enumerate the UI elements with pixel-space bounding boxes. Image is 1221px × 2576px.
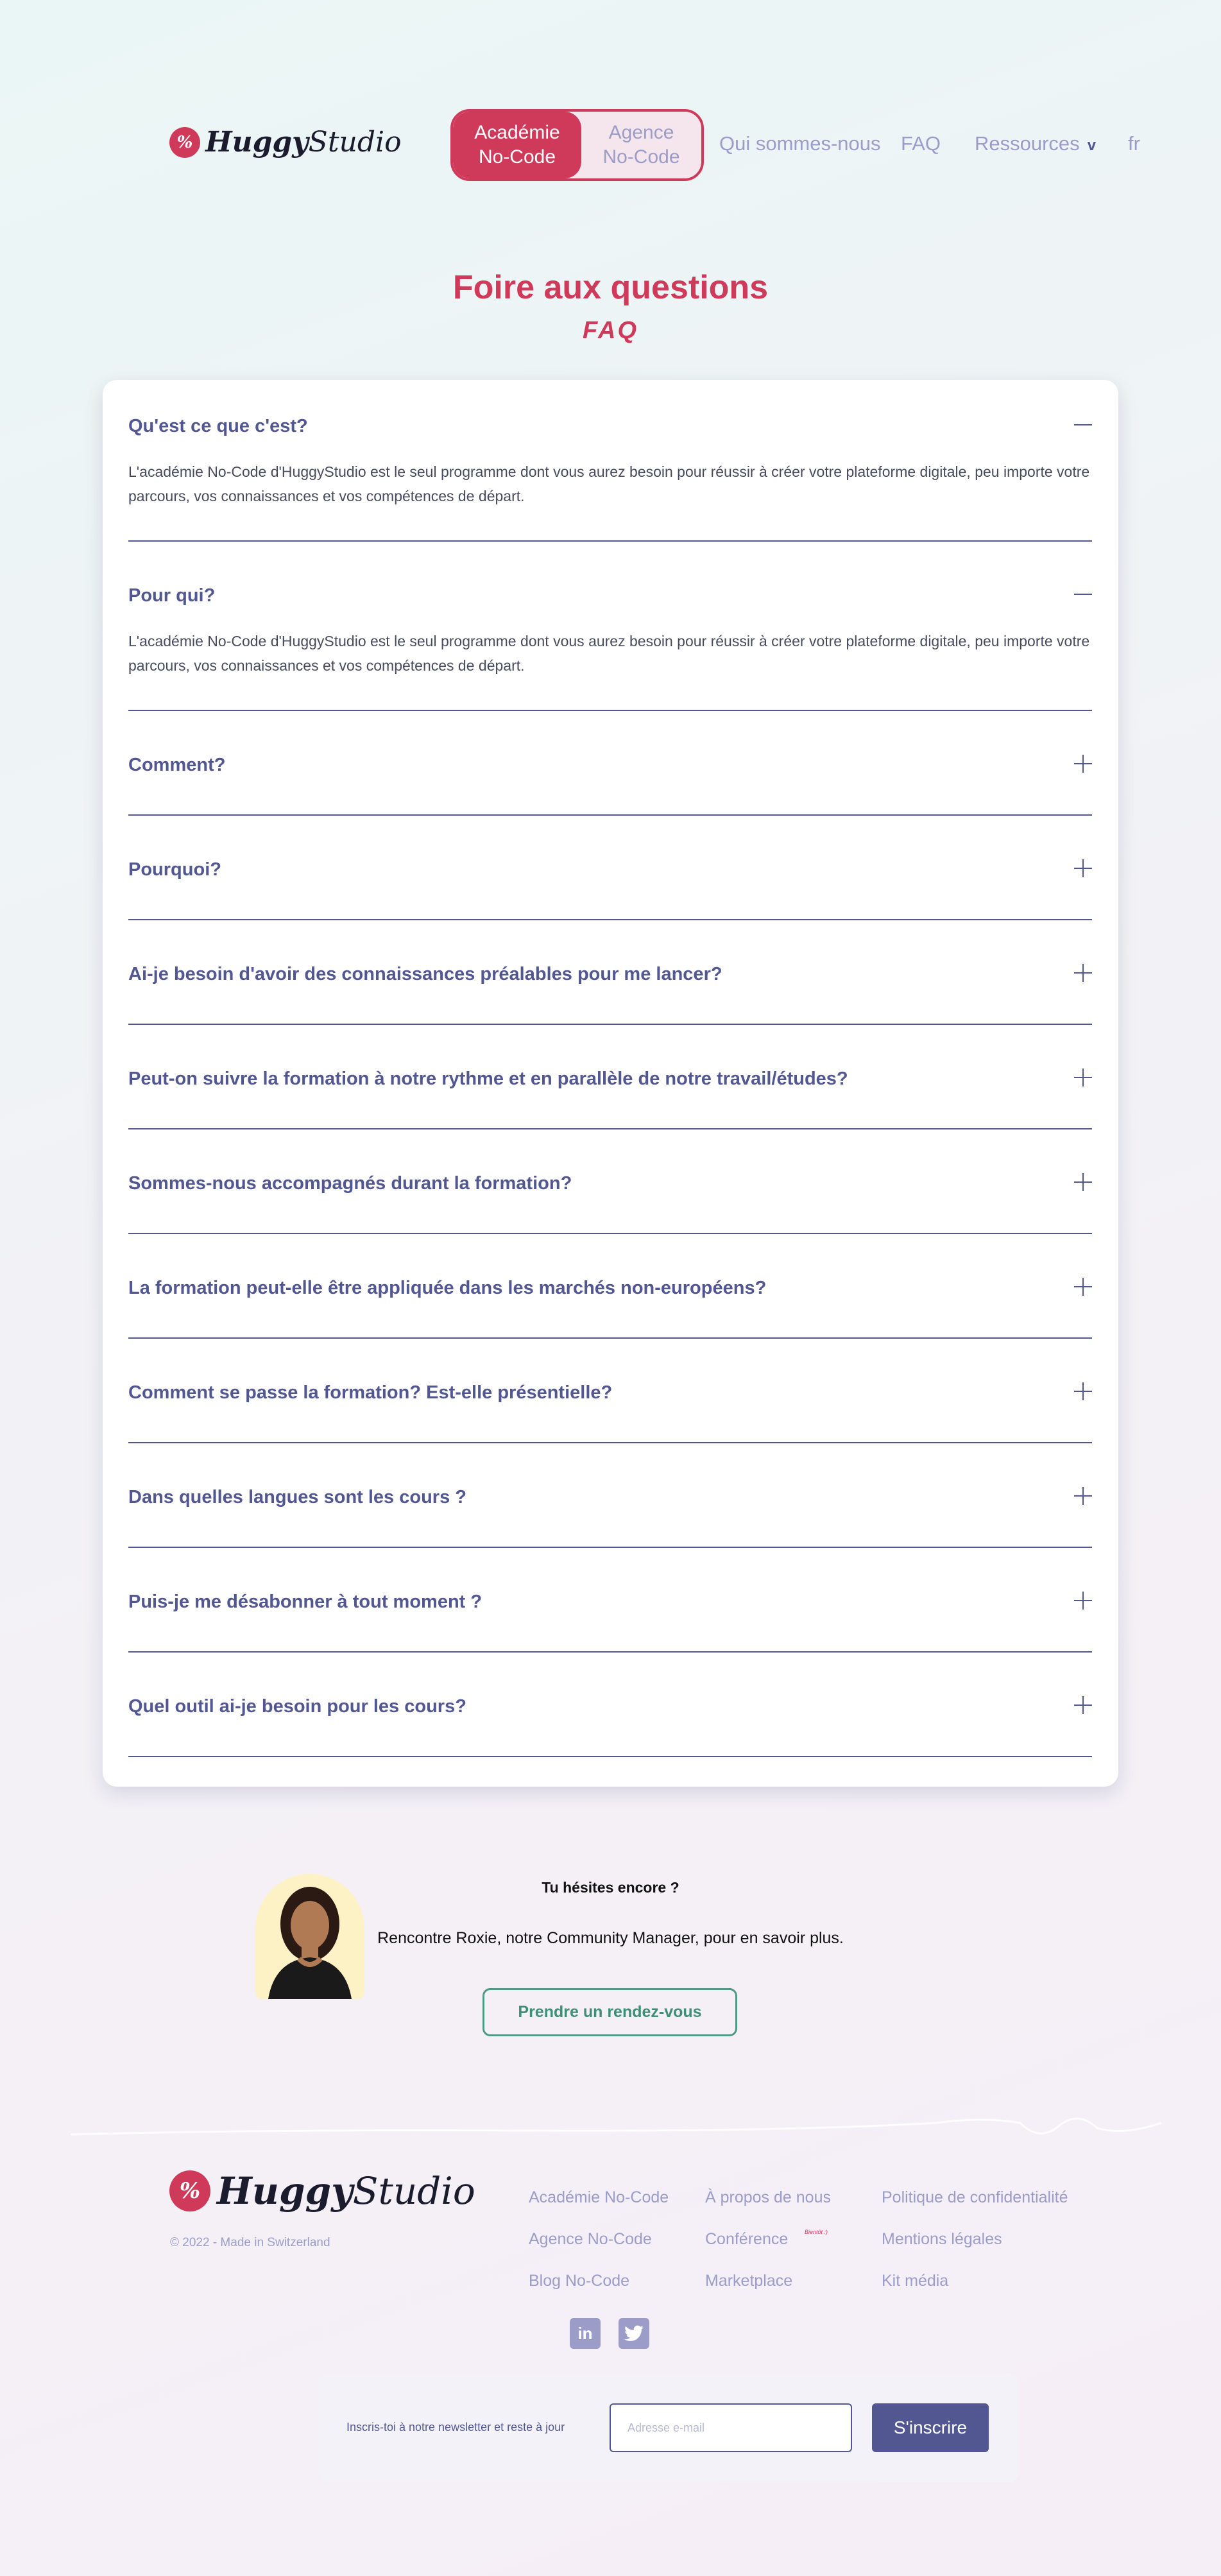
- twitter-icon[interactable]: [619, 2318, 649, 2349]
- minus-icon[interactable]: [1074, 416, 1092, 434]
- logo-text: HuggyStudio: [205, 126, 402, 159]
- nav-resources[interactable]: Ressources v: [975, 132, 1096, 155]
- faq-item[interactable]: Sommes-nous accompagnés durant la format…: [128, 1129, 1092, 1234]
- plus-icon[interactable]: [1074, 1382, 1092, 1400]
- faq-item[interactable]: Ai-je besoin d'avoir des connaissances p…: [128, 920, 1092, 1025]
- footer-link-agency[interactable]: Agence No-Code: [529, 2230, 652, 2249]
- plus-icon[interactable]: [1074, 859, 1092, 877]
- program-toggle: Académie No-Code Agence No-Code: [450, 109, 704, 181]
- faq-answer: L'académie No-Code d'HuggyStudio est le …: [128, 633, 1090, 674]
- toggle-agency[interactable]: Agence No-Code: [581, 112, 701, 178]
- coming-soon-badge: Bientôt :): [805, 2229, 828, 2235]
- plus-icon[interactable]: [1074, 755, 1092, 773]
- plus-icon[interactable]: [1074, 964, 1092, 982]
- chevron-down-icon: v: [1087, 137, 1097, 154]
- plus-icon[interactable]: [1074, 1592, 1092, 1610]
- faq-question[interactable]: Quel outil ai-je besoin pour les cours?: [128, 1696, 466, 1717]
- plus-icon[interactable]: [1074, 1696, 1092, 1714]
- footer-logo[interactable]: % HuggyStudio: [169, 2169, 475, 2213]
- contact-title: Tu hésites encore ?: [542, 1879, 679, 1896]
- page-subtitle: FAQ: [582, 317, 639, 344]
- plus-icon[interactable]: [1074, 1278, 1092, 1296]
- logo-icon: %: [169, 126, 200, 158]
- faq-question[interactable]: Pour qui?: [128, 585, 215, 606]
- faq-card: Qu'est ce que c'est? L'académie No-Code …: [103, 380, 1118, 1787]
- footer-link-legal[interactable]: Mentions légales: [882, 2230, 1002, 2249]
- header: % HuggyStudio Académie No-Code Agence No-C…: [0, 109, 1221, 181]
- faq-item[interactable]: Comment se passe la formation? Est-elle …: [128, 1339, 1092, 1443]
- faq-item[interactable]: Dans quelles langues sont les cours ?: [128, 1443, 1092, 1548]
- plus-icon[interactable]: [1074, 1173, 1092, 1191]
- plus-icon[interactable]: [1074, 1069, 1092, 1086]
- nav-faq[interactable]: FAQ: [901, 132, 941, 155]
- nav-resources-label: Ressources: [975, 132, 1080, 155]
- subscribe-button[interactable]: S'inscrire: [872, 2403, 989, 2452]
- footer-link-blog[interactable]: Blog No-Code: [529, 2272, 629, 2290]
- footer-link-conference[interactable]: Conférence: [705, 2230, 788, 2249]
- faq-item[interactable]: Pourquoi?: [128, 816, 1092, 920]
- book-meeting-button[interactable]: Prendre un rendez-vous: [482, 1988, 737, 2036]
- footer-link-about[interactable]: À propos de nous: [705, 2188, 831, 2207]
- logo-icon: %: [169, 2170, 210, 2211]
- faq-question[interactable]: Puis-je me désabonner à tout moment ?: [128, 1592, 482, 1613]
- faq-item[interactable]: Peut-on suivre la formation à notre ryth…: [128, 1025, 1092, 1129]
- faq-item: Pour qui? L'académie No-Code d'HuggyStud…: [128, 542, 1092, 711]
- faq-question[interactable]: Pourquoi?: [128, 859, 221, 880]
- contact-text: Rencontre Roxie, notre Community Manager…: [377, 1929, 844, 1947]
- language-switch[interactable]: fr: [1128, 132, 1140, 155]
- plus-icon[interactable]: [1074, 1487, 1092, 1505]
- footer-link-marketplace[interactable]: Marketplace: [705, 2272, 792, 2290]
- faq-question[interactable]: Peut-on suivre la formation à notre ryth…: [128, 1069, 848, 1090]
- faq-item[interactable]: Quel outil ai-je besoin pour les cours?: [128, 1653, 1092, 1757]
- decorative-wave: [71, 2117, 1161, 2136]
- newsletter-label: Inscris-toi à notre newsletter et reste …: [346, 2421, 565, 2434]
- faq-question[interactable]: Comment?: [128, 755, 225, 776]
- newsletter-box: Inscris-toi à notre newsletter et reste …: [318, 2373, 1019, 2482]
- linkedin-icon[interactable]: in: [570, 2318, 601, 2349]
- nav-about[interactable]: Qui sommes-nous: [719, 132, 881, 155]
- footer-link-privacy[interactable]: Politique de confidentialité: [882, 2188, 1068, 2207]
- faq-item[interactable]: Comment?: [128, 711, 1092, 816]
- logo[interactable]: % HuggyStudio: [169, 126, 402, 159]
- email-field[interactable]: [610, 2403, 852, 2452]
- faq-question[interactable]: Ai-je besoin d'avoir des connaissances p…: [128, 964, 722, 985]
- faq-item: Qu'est ce que c'est? L'académie No-Code …: [128, 380, 1092, 542]
- footer-link-media-kit[interactable]: Kit média: [882, 2272, 948, 2290]
- faq-question[interactable]: La formation peut-elle être appliquée da…: [128, 1278, 766, 1299]
- toggle-academy[interactable]: Académie No-Code: [453, 112, 581, 178]
- footer-link-academy[interactable]: Académie No-Code: [529, 2188, 669, 2207]
- faq-answer: L'académie No-Code d'HuggyStudio est le …: [128, 463, 1090, 504]
- minus-icon[interactable]: [1074, 585, 1092, 603]
- copyright: © 2022 - Made in Switzerland: [170, 2236, 330, 2249]
- faq-item[interactable]: La formation peut-elle être appliquée da…: [128, 1234, 1092, 1339]
- faq-question[interactable]: Qu'est ce que c'est?: [128, 416, 308, 437]
- faq-question[interactable]: Sommes-nous accompagnés durant la format…: [128, 1173, 572, 1194]
- page-title: Foire aux questions: [452, 269, 769, 306]
- faq-question[interactable]: Comment se passe la formation? Est-elle …: [128, 1382, 612, 1404]
- faq-question[interactable]: Dans quelles langues sont les cours ?: [128, 1487, 466, 1508]
- faq-item[interactable]: Puis-je me désabonner à tout moment ?: [128, 1548, 1092, 1653]
- logo-text: HuggyStudio: [217, 2169, 475, 2213]
